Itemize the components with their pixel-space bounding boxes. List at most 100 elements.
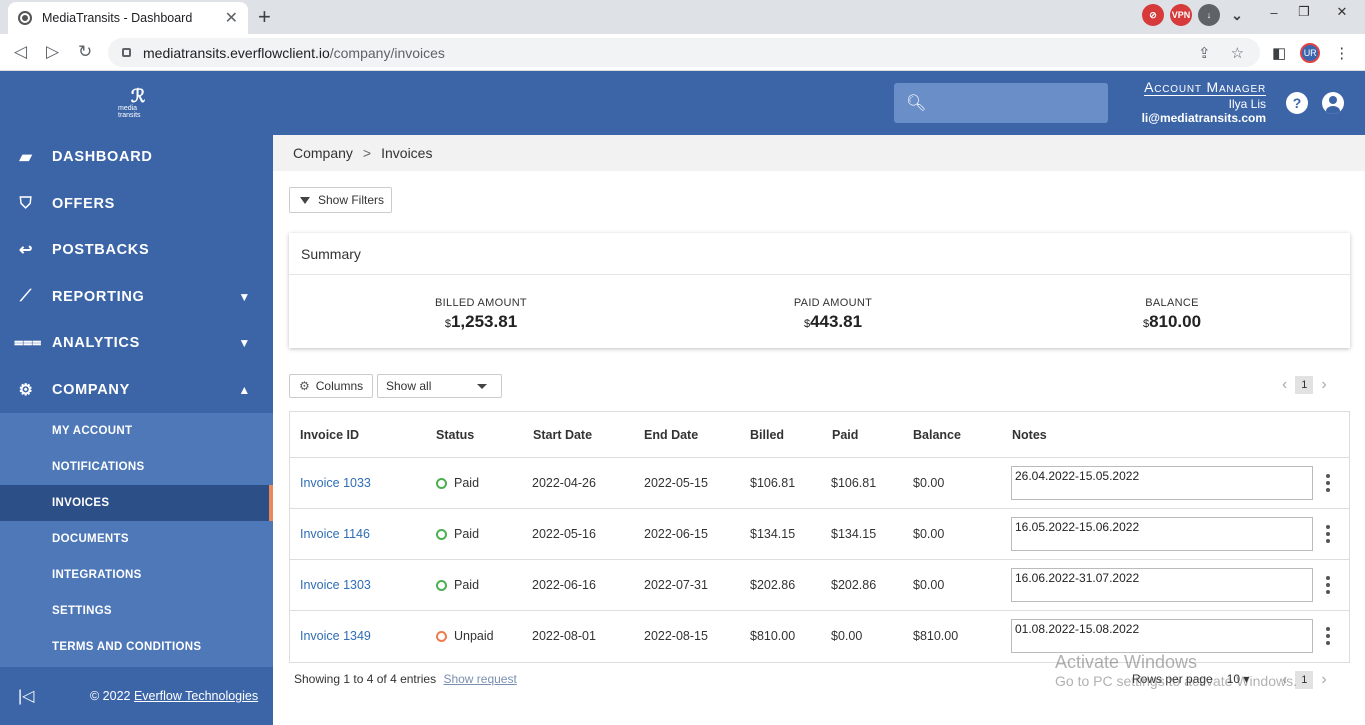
vpn-icon[interactable]: VPN <box>1170 4 1192 26</box>
chevron-up-icon: ▲ <box>238 383 251 397</box>
back-icon[interactable]: ◁ <box>14 42 27 62</box>
end-date: 2022-05-15 <box>644 476 708 490</box>
sidebar-item-postbacks[interactable]: ↩ POSTBACKS <box>0 227 273 273</box>
bookmark-star-icon[interactable]: ☆ <box>1231 44 1244 62</box>
sidebar-item-documents[interactable]: DOCUMENTS <box>0 521 273 557</box>
brand-logo[interactable]: ℛ media transits <box>118 87 158 121</box>
col-status[interactable]: Status <box>436 428 474 442</box>
tab-title: MediaTransits - Dashboard <box>42 11 193 25</box>
search-input[interactable] <box>936 95 1097 111</box>
new-tab-button[interactable]: + <box>258 4 271 30</box>
sidebar-item-notifications[interactable]: NOTIFICATIONS <box>0 449 273 485</box>
user-account-icon[interactable] <box>1322 92 1344 114</box>
notes-field[interactable]: 16.06.2022-31.07.2022 <box>1011 568 1313 602</box>
metric-amount: 1,253.81 <box>450 312 518 331</box>
dashboard-icon: ▰ <box>19 149 33 166</box>
row-menu-icon[interactable] <box>1325 576 1331 594</box>
prev-page-icon[interactable]: ‹ <box>1282 376 1287 394</box>
invoice-link[interactable]: Invoice 1146 <box>300 527 370 541</box>
show-filters-button[interactable]: Show Filters <box>289 187 392 213</box>
status-paid-icon <box>436 579 447 591</box>
account-manager-email[interactable]: li@mediatransits.com <box>1119 111 1266 125</box>
notes-field[interactable]: 01.08.2022-15.08.2022 <box>1011 619 1313 653</box>
billed-value: $810.00 <box>750 629 796 643</box>
row-menu-icon[interactable] <box>1325 627 1331 645</box>
chevron-down-icon: ▼ <box>238 290 251 304</box>
sidebar-item-dashboard[interactable]: ▰ DASHBOARD <box>0 134 273 180</box>
status-text: Paid <box>454 476 480 490</box>
help-icon[interactable]: ? <box>1286 92 1308 114</box>
activate-windows-subtitle: Go to PC settings to activate Windows. <box>1055 673 1297 689</box>
invoice-link[interactable]: Invoice 1303 <box>300 578 371 592</box>
sidebar: ℛ media transits ▰ DASHBOARD ⛉ OFFERS ↩ … <box>0 71 273 725</box>
ext-red-icon[interactable]: ⊘ <box>1142 4 1164 26</box>
paid-amount-metric: PAID AMOUNT $443.81 <box>733 297 933 332</box>
sidebar-item-analytics[interactable]: ⩶ ANALYTICS ▼ <box>0 320 273 366</box>
profile-avatar[interactable]: UR <box>1300 43 1321 63</box>
sidebar-item-terms[interactable]: TERMS AND CONDITIONS <box>0 629 273 665</box>
notes-field[interactable]: 26.04.2022-15.05.2022 <box>1011 466 1313 500</box>
search-box[interactable]: 🔍︎ <box>894 83 1108 123</box>
sidebar-item-invoices[interactable]: INVOICES <box>0 485 273 521</box>
sidebar-item-reporting[interactable]: ⟋ REPORTING ▼ <box>0 274 273 320</box>
notes-field[interactable]: 16.05.2022-15.06.2022 <box>1011 517 1313 551</box>
collapse-sidebar-icon[interactable]: |◁ <box>18 686 34 706</box>
next-page-icon[interactable]: › <box>1321 671 1326 689</box>
billed-value: $134.15 <box>750 527 796 541</box>
tab-search-icon[interactable]: ⌄ <box>1226 4 1248 26</box>
minimize-icon[interactable]: – <box>1259 0 1289 24</box>
col-billed[interactable]: Billed <box>750 428 784 442</box>
close-window-icon[interactable]: ✕ <box>1319 0 1365 24</box>
invoice-link[interactable]: Invoice 1349 <box>300 629 371 643</box>
col-notes[interactable]: Notes <box>1012 428 1047 442</box>
sidebar-item-company[interactable]: ⚙ COMPANY ▲ <box>0 367 273 413</box>
forward-icon[interactable]: ▷ <box>46 42 59 62</box>
top-pagination: ‹ 1 › <box>1282 376 1327 394</box>
col-end-date[interactable]: End Date <box>644 428 698 442</box>
page-number[interactable]: 1 <box>1295 376 1314 394</box>
sidebar-item-settings[interactable]: SETTINGS <box>0 593 273 629</box>
billed-value: $106.81 <box>750 476 796 490</box>
search-icon: 🔍︎ <box>906 95 927 112</box>
restore-icon[interactable]: ❐ <box>1289 0 1319 24</box>
balance-value: $0.00 <box>913 476 945 490</box>
invoice-link[interactable]: Invoice 1033 <box>300 476 371 490</box>
page-number[interactable]: 1 <box>1295 671 1314 689</box>
everflow-link[interactable]: Everflow Technologies <box>134 689 258 703</box>
columns-button[interactable]: ⚙ Columns <box>289 374 373 398</box>
paid-value: $202.86 <box>831 578 877 592</box>
sidebar-footer: |◁ © 2022 Everflow Technologies <box>0 667 273 725</box>
sidebar-item-offers[interactable]: ⛉ OFFERS <box>0 181 273 227</box>
show-select[interactable]: Show all <box>377 374 502 398</box>
chevron-down-icon: ▼ <box>238 336 251 350</box>
reload-icon[interactable]: ↻ <box>78 42 92 62</box>
metric-value: $1,253.81 <box>381 312 581 332</box>
table-footer: Showing 1 to 4 of 4 entries Show request <box>294 672 517 686</box>
address-bar[interactable]: mediatransits.everflowclient.io/company/… <box>108 38 1260 67</box>
download-icon[interactable]: ↓ <box>1198 4 1220 26</box>
start-date: 2022-04-26 <box>532 476 596 490</box>
side-panel-icon[interactable]: ◧ <box>1272 44 1286 62</box>
paid-value: $106.81 <box>831 476 877 490</box>
breadcrumb-company[interactable]: Company <box>293 145 353 161</box>
col-balance[interactable]: Balance <box>913 428 961 442</box>
close-tab-icon[interactable]: ✕ <box>225 8 238 28</box>
sidebar-item-my-account[interactable]: MY ACCOUNT <box>0 413 273 449</box>
browser-tab[interactable]: MediaTransits - Dashboard ✕ <box>8 2 248 34</box>
show-request-link[interactable]: Show request <box>443 672 516 686</box>
status-badge: Paid <box>436 476 479 490</box>
col-start-date[interactable]: Start Date <box>533 428 592 442</box>
col-invoice-id[interactable]: Invoice ID <box>300 428 359 442</box>
row-menu-icon[interactable] <box>1325 525 1331 543</box>
browser-menu-icon[interactable]: ⋮ <box>1334 44 1349 62</box>
show-filters-label: Show Filters <box>318 193 385 207</box>
row-menu-icon[interactable] <box>1325 474 1331 492</box>
reporting-icon: ⟋ <box>20 288 32 305</box>
col-paid[interactable]: Paid <box>832 428 858 442</box>
paid-value: $0.00 <box>831 629 863 643</box>
sidebar-item-label: REPORTING <box>52 289 145 305</box>
sidebar-item-integrations[interactable]: INTEGRATIONS <box>0 557 273 593</box>
next-page-icon[interactable]: › <box>1321 376 1326 394</box>
share-icon[interactable]: ⇪ <box>1198 44 1211 62</box>
company-subnav: MY ACCOUNT NOTIFICATIONS INVOICES DOCUME… <box>0 413 273 667</box>
